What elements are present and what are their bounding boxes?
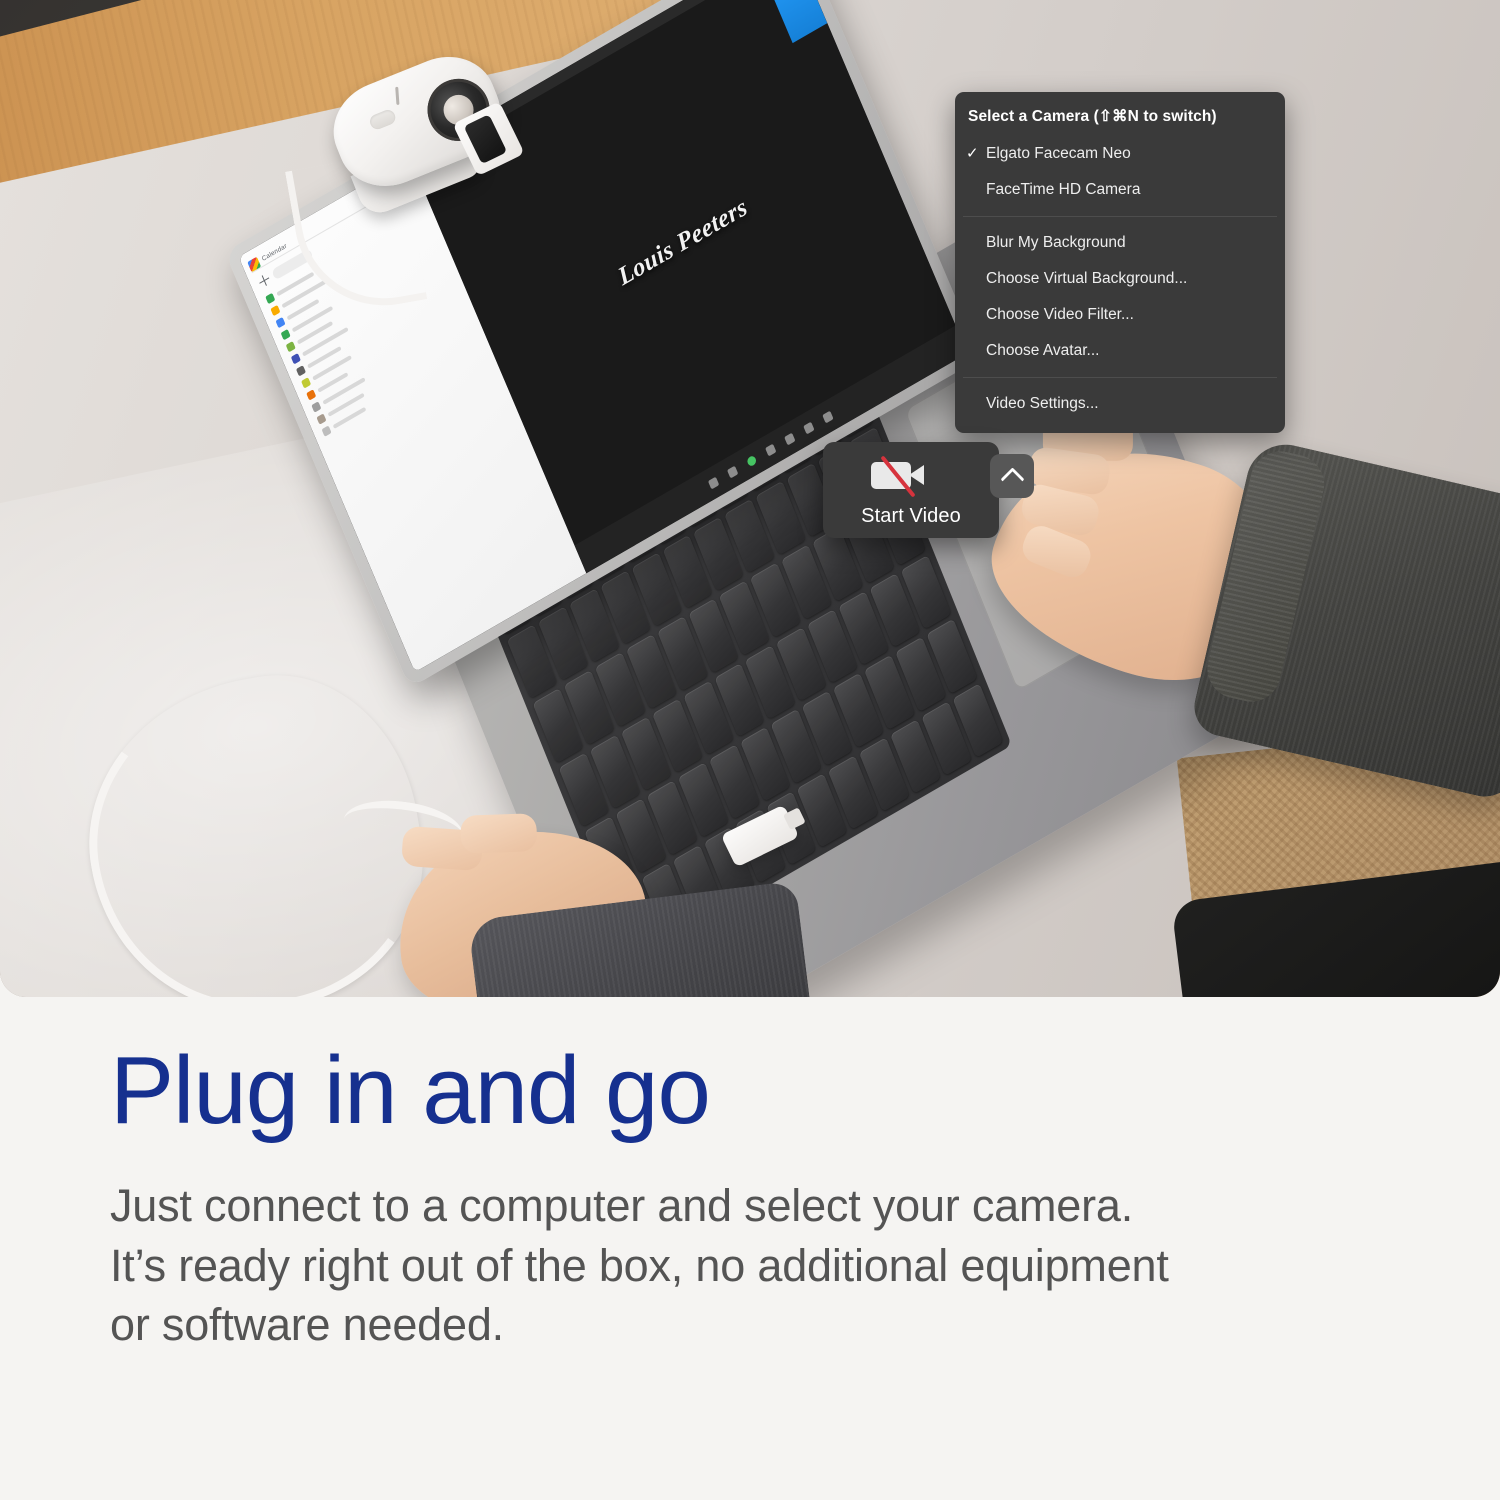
select-camera-menu[interactable]: Select a Camera (⇧⌘N to switch) ✓ Elgato… [955,92,1285,433]
camera-option-label: Elgato Facecam Neo [986,145,1131,162]
body-line-2: It’s ready right out of the box, no addi… [110,1239,1169,1291]
calendar-color-swatch [275,316,286,329]
reactions-icon[interactable] [803,420,815,434]
calendar-color-swatch [306,389,317,401]
menu-item-choose-avatar[interactable]: Choose Avatar... [955,333,1285,369]
video-options-chevron-button[interactable] [990,454,1034,498]
camera-option-label: FaceTime HD Camera [986,181,1141,198]
webcam-status-led [395,86,400,105]
calendar-color-swatch [316,413,327,425]
microphone-icon[interactable] [708,475,720,489]
menu-separator [963,377,1277,378]
camera-off-icon [869,454,933,498]
menu-item-blur-my-background[interactable]: Blur My Background [955,225,1285,261]
finger [460,813,538,854]
camera-option-facetime-hd-camera[interactable]: FaceTime HD Camera [955,172,1285,208]
menu-item-choose-virtual-background[interactable]: Choose Virtual Background... [955,261,1285,297]
menu-item-label: Choose Avatar... [986,342,1100,359]
chat-icon[interactable] [765,442,777,456]
body-line-1: Just connect to a computer and select yo… [110,1179,1134,1231]
calendar-color-swatch [301,377,312,389]
product-feature-page: Calendar Louis Peeters Select a Camera (… [0,0,1500,1500]
webcam-top-slot [367,107,398,132]
body-line-3: or software needed. [110,1299,504,1351]
menu-item-label: Choose Virtual Background... [986,270,1188,287]
participant-tile [769,0,828,44]
menu-item-video-settings[interactable]: Video Settings... [955,386,1285,422]
participant-name-label: Louis Peeters [614,193,752,292]
calendar-color-swatch [265,292,276,305]
product-photo-card: Calendar Louis Peeters Select a Camera (… [0,0,1500,997]
marketing-body-copy: Just connect to a computer and select yo… [110,1176,1420,1356]
calendar-app-title: Calendar [260,242,288,263]
plus-icon [256,271,272,290]
menu-item-label: Choose Video Filter... [986,306,1134,323]
participants-icon[interactable] [746,453,758,467]
share-screen-icon[interactable] [784,431,796,445]
page-title: Plug in and go [110,1037,711,1144]
more-options-icon[interactable] [822,409,834,423]
camera-lens-wedge [909,465,924,485]
calendar-color-swatch [290,353,301,365]
start-video-button[interactable]: Start Video [823,442,1034,538]
chevron-up-icon [999,466,1025,491]
marketing-text-block: Plug in and go Just connect to a compute… [110,1040,1420,1355]
video-icon[interactable] [727,464,739,478]
check-icon: ✓ [966,145,979,162]
menu-item-label: Blur My Background [986,234,1126,251]
menu-item-label: Video Settings... [986,395,1099,412]
calendar-color-swatch [280,328,291,341]
google-calendar-icon [247,256,261,272]
calendar-color-swatch [270,304,281,317]
camera-option-elgato-facecam-neo[interactable]: ✓ Elgato Facecam Neo [955,136,1285,172]
calendar-color-swatch [285,341,296,353]
calendar-color-swatch [311,401,322,413]
menu-item-choose-video-filter[interactable]: Choose Video Filter... [955,297,1285,333]
camera-menu-title: Select a Camera (⇧⌘N to switch) [968,108,1217,125]
calendar-color-swatch [295,365,307,377]
start-video-label: Start Video [861,505,961,527]
menu-separator [963,216,1277,217]
calendar-color-swatch [321,425,332,437]
